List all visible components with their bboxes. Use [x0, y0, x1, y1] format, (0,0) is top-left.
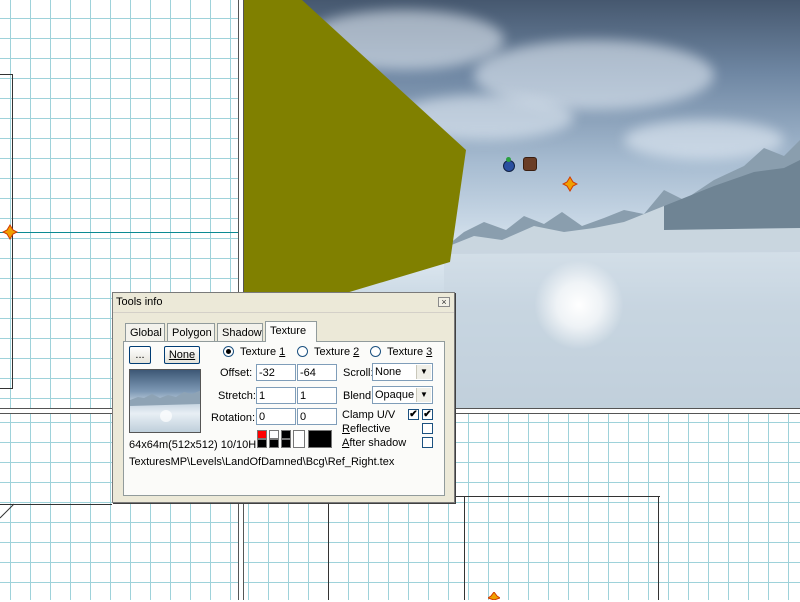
- browse-texture-button[interactable]: ...: [129, 346, 151, 364]
- color-swatch[interactable]: [269, 430, 279, 439]
- stretch-label: Stretch:: [218, 390, 256, 402]
- offset-v-field[interactable]: [297, 364, 337, 381]
- brush-edge-line: [0, 74, 13, 75]
- after-shadow-checkbox[interactable]: [422, 437, 433, 448]
- color-swatch-red[interactable]: [257, 430, 267, 439]
- chevron-down-icon[interactable]: ▼: [416, 388, 431, 402]
- entity-marker-icon: [506, 157, 511, 162]
- brush-edge-line: [658, 496, 659, 600]
- after-shadow-label[interactable]: After shadow: [342, 437, 406, 449]
- offset-u-field[interactable]: [256, 364, 296, 381]
- brush-edge-line: [464, 496, 465, 600]
- texture3-radio[interactable]: [370, 346, 381, 357]
- light-entity-icon[interactable]: [562, 176, 578, 192]
- rotation-v-field[interactable]: [297, 408, 337, 425]
- brush-edge-line: [456, 496, 660, 497]
- texture2-radio[interactable]: [297, 346, 308, 357]
- entity-box-icon[interactable]: [523, 157, 537, 171]
- tab-texture[interactable]: Texture: [265, 321, 317, 342]
- tab-shadow[interactable]: Shadow: [217, 323, 263, 341]
- brush-edge-line: [0, 388, 13, 389]
- color-swatch[interactable]: [293, 430, 305, 448]
- none-texture-button[interactable]: None: [164, 346, 200, 364]
- horizontal-axis-line: [0, 232, 238, 233]
- tab-polygon[interactable]: Polygon: [167, 323, 215, 341]
- reflective-label[interactable]: Reflective: [342, 423, 390, 435]
- brush-edge-diagonal: [0, 503, 15, 519]
- texture-size-info: 64x64m(512x512) 10/10H: [129, 439, 257, 451]
- offset-label: Offset:: [220, 367, 253, 379]
- texture2-label[interactable]: Texture 2: [314, 346, 359, 358]
- close-button[interactable]: ×: [438, 297, 450, 307]
- color-swatch[interactable]: [281, 439, 291, 448]
- rotation-u-field[interactable]: [256, 408, 296, 425]
- tools-info-window[interactable]: Tools info × Global Polygon Shadow Textu…: [112, 292, 455, 503]
- scroll-label: Scroll:: [343, 367, 374, 379]
- clamp-u-checkbox[interactable]: ✔: [408, 409, 419, 420]
- clamp-uv-label: Clamp U/V: [342, 409, 396, 421]
- window-titlebar[interactable]: Tools info ×: [113, 293, 454, 313]
- color-swatch[interactable]: [281, 430, 291, 439]
- window-title: Tools info: [116, 296, 163, 308]
- texture-panel: ... None 64x64m(512x512) 10/10H Textures…: [123, 341, 445, 496]
- color-swatch[interactable]: [257, 439, 267, 448]
- reflective-checkbox[interactable]: [422, 423, 433, 434]
- chevron-down-icon[interactable]: ▼: [416, 365, 431, 379]
- rotation-label: Rotation:: [211, 412, 256, 424]
- light-entity-icon[interactable]: [2, 224, 18, 240]
- scroll-select[interactable]: None ▼: [372, 363, 433, 381]
- color-swatch[interactable]: [269, 439, 279, 448]
- blend-select[interactable]: Opaque ▼: [372, 386, 433, 404]
- texture1-label[interactable]: Texture 1: [240, 346, 285, 358]
- texture3-label[interactable]: Texture 3: [387, 346, 432, 358]
- brush-edge-line: [328, 496, 329, 600]
- tab-global[interactable]: Global: [125, 323, 165, 341]
- texture1-radio[interactable]: [223, 346, 234, 357]
- color-swatch-large[interactable]: [308, 430, 332, 448]
- clamp-v-checkbox[interactable]: ✔: [422, 409, 433, 420]
- stretch-u-field[interactable]: [256, 387, 296, 404]
- light-entity-icon[interactable]: [488, 592, 500, 600]
- blend-label: Blend:: [343, 390, 375, 402]
- texture-preview: [129, 369, 201, 433]
- texture-path: TexturesMP\Levels\LandOfDamned\Bcg\Ref_R…: [129, 456, 395, 468]
- stretch-v-field[interactable]: [297, 387, 337, 404]
